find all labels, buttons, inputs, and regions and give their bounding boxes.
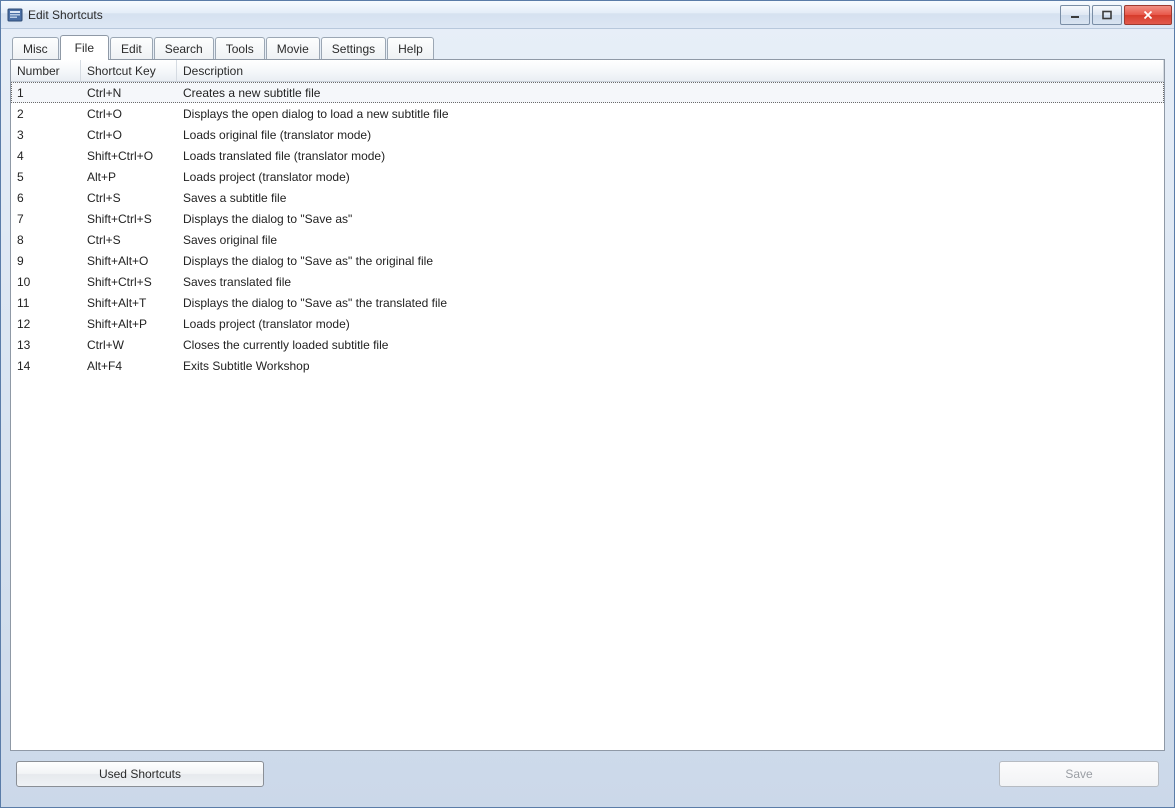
tabstrip: Misc File Edit Search Tools Movie Settin…: [10, 35, 1165, 59]
table-row[interactable]: 2Ctrl+ODisplays the open dialog to load …: [11, 103, 1164, 124]
table-row[interactable]: 8Ctrl+SSaves original file: [11, 229, 1164, 250]
maximize-icon: [1101, 10, 1113, 20]
tab-help[interactable]: Help: [387, 37, 434, 59]
shortcut-list-panel: Number Shortcut Key Description 1Ctrl+NC…: [10, 59, 1165, 751]
column-header-number[interactable]: Number: [11, 60, 81, 81]
column-header-description[interactable]: Description: [177, 60, 1164, 81]
used-shortcuts-button[interactable]: Used Shortcuts: [16, 761, 264, 787]
list-header: Number Shortcut Key Description: [11, 60, 1164, 82]
cell-shortcut: Ctrl+N: [81, 86, 177, 100]
cell-shortcut: Alt+P: [81, 170, 177, 184]
app-icon: [7, 7, 23, 23]
cell-number: 11: [11, 296, 81, 310]
tab-label: File: [75, 41, 94, 55]
cell-description: Saves original file: [177, 233, 1164, 247]
cell-description: Displays the dialog to "Save as": [177, 212, 1164, 226]
table-row[interactable]: 7Shift+Ctrl+SDisplays the dialog to "Sav…: [11, 208, 1164, 229]
table-row[interactable]: 13Ctrl+WCloses the currently loaded subt…: [11, 334, 1164, 355]
table-row[interactable]: 10Shift+Ctrl+SSaves translated file: [11, 271, 1164, 292]
window-frame: Edit Shortcuts Misc File Edit Search Too…: [0, 0, 1175, 808]
close-button[interactable]: [1124, 5, 1172, 25]
cell-number: 4: [11, 149, 81, 163]
cell-shortcut: Ctrl+O: [81, 107, 177, 121]
cell-description: Saves a subtitle file: [177, 191, 1164, 205]
table-row[interactable]: 1Ctrl+NCreates a new subtitle file: [11, 82, 1164, 103]
table-row[interactable]: 11Shift+Alt+TDisplays the dialog to "Sav…: [11, 292, 1164, 313]
cell-number: 7: [11, 212, 81, 226]
cell-shortcut: Shift+Ctrl+S: [81, 212, 177, 226]
cell-shortcut: Shift+Alt+O: [81, 254, 177, 268]
cell-shortcut: Ctrl+W: [81, 338, 177, 352]
tab-settings[interactable]: Settings: [321, 37, 386, 59]
cell-number: 10: [11, 275, 81, 289]
cell-number: 1: [11, 86, 81, 100]
cell-description: Loads project (translator mode): [177, 170, 1164, 184]
tab-label: Movie: [277, 42, 309, 56]
tab-movie[interactable]: Movie: [266, 37, 320, 59]
cell-description: Closes the currently loaded subtitle fil…: [177, 338, 1164, 352]
cell-shortcut: Shift+Ctrl+O: [81, 149, 177, 163]
cell-description: Exits Subtitle Workshop: [177, 359, 1164, 373]
tab-label: Edit: [121, 42, 142, 56]
minimize-icon: [1069, 10, 1081, 20]
table-row[interactable]: 12Shift+Alt+PLoads project (translator m…: [11, 313, 1164, 334]
tab-file[interactable]: File: [60, 35, 109, 59]
table-row[interactable]: 3Ctrl+OLoads original file (translator m…: [11, 124, 1164, 145]
tab-label: Search: [165, 42, 203, 56]
tab-misc[interactable]: Misc: [12, 37, 59, 59]
tab-search[interactable]: Search: [154, 37, 214, 59]
cell-number: 2: [11, 107, 81, 121]
cell-description: Saves translated file: [177, 275, 1164, 289]
window-controls: [1060, 5, 1174, 25]
tab-label: Misc: [23, 42, 48, 56]
button-bar: Used Shortcuts Save: [10, 751, 1165, 797]
cell-number: 9: [11, 254, 81, 268]
cell-shortcut: Shift+Ctrl+S: [81, 275, 177, 289]
cell-number: 8: [11, 233, 81, 247]
cell-shortcut: Shift+Alt+P: [81, 317, 177, 331]
table-row[interactable]: 4Shift+Ctrl+OLoads translated file (tran…: [11, 145, 1164, 166]
save-button[interactable]: Save: [999, 761, 1159, 787]
tab-edit[interactable]: Edit: [110, 37, 153, 59]
maximize-button[interactable]: [1092, 5, 1122, 25]
list-body[interactable]: 1Ctrl+NCreates a new subtitle file2Ctrl+…: [11, 82, 1164, 750]
table-row[interactable]: 9Shift+Alt+ODisplays the dialog to "Save…: [11, 250, 1164, 271]
tab-label: Settings: [332, 42, 375, 56]
table-row[interactable]: 14Alt+F4Exits Subtitle Workshop: [11, 355, 1164, 376]
cell-shortcut: Alt+F4: [81, 359, 177, 373]
cell-number: 5: [11, 170, 81, 184]
cell-shortcut: Ctrl+S: [81, 191, 177, 205]
cell-number: 3: [11, 128, 81, 142]
cell-description: Loads translated file (translator mode): [177, 149, 1164, 163]
cell-description: Displays the open dialog to load a new s…: [177, 107, 1164, 121]
table-row[interactable]: 5Alt+PLoads project (translator mode): [11, 166, 1164, 187]
minimize-button[interactable]: [1060, 5, 1090, 25]
client-area: Misc File Edit Search Tools Movie Settin…: [1, 29, 1174, 807]
tab-label: Tools: [226, 42, 254, 56]
cell-description: Loads project (translator mode): [177, 317, 1164, 331]
cell-number: 14: [11, 359, 81, 373]
column-header-shortcut[interactable]: Shortcut Key: [81, 60, 177, 81]
close-icon: [1142, 10, 1154, 20]
cell-number: 12: [11, 317, 81, 331]
cell-description: Creates a new subtitle file: [177, 86, 1164, 100]
tab-label: Help: [398, 42, 423, 56]
table-row[interactable]: 6Ctrl+SSaves a subtitle file: [11, 187, 1164, 208]
titlebar[interactable]: Edit Shortcuts: [1, 1, 1174, 29]
cell-shortcut: Ctrl+S: [81, 233, 177, 247]
cell-number: 13: [11, 338, 81, 352]
cell-description: Displays the dialog to "Save as" the ori…: [177, 254, 1164, 268]
cell-shortcut: Ctrl+O: [81, 128, 177, 142]
tab-tools[interactable]: Tools: [215, 37, 265, 59]
window-title: Edit Shortcuts: [28, 8, 103, 22]
cell-description: Displays the dialog to "Save as" the tra…: [177, 296, 1164, 310]
cell-number: 6: [11, 191, 81, 205]
cell-description: Loads original file (translator mode): [177, 128, 1164, 142]
cell-shortcut: Shift+Alt+T: [81, 296, 177, 310]
